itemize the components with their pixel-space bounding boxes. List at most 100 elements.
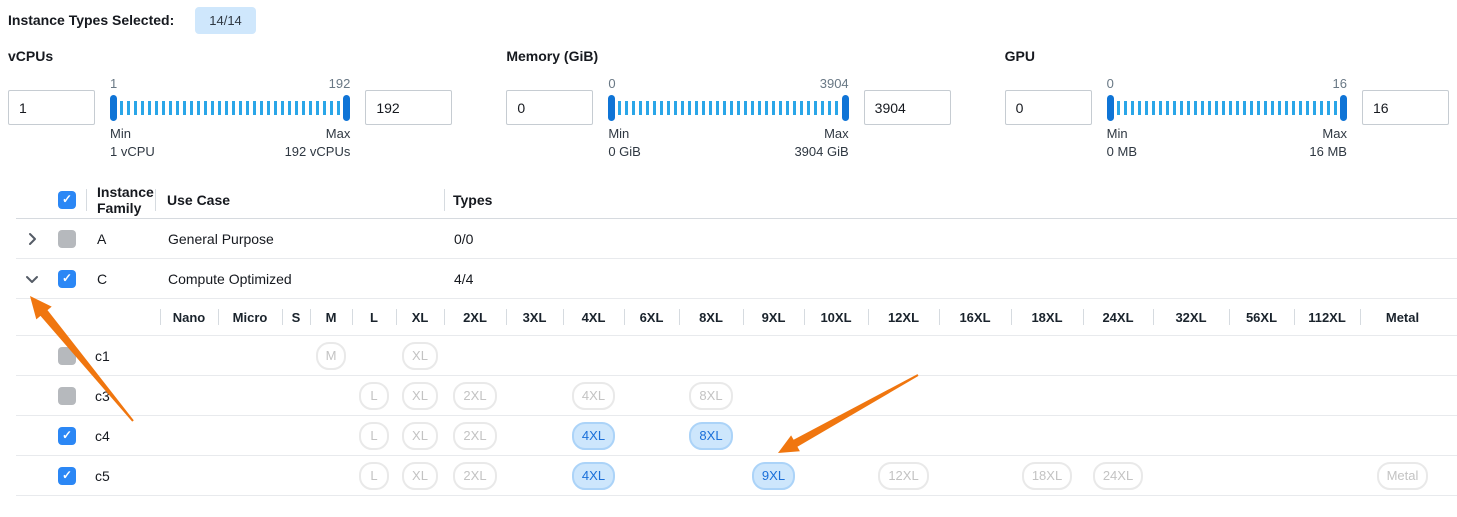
slider-ticks: [618, 101, 838, 115]
instance-family-table: Instance Family Use Case Types A General…: [16, 181, 1457, 496]
size-column-header-l: L: [352, 299, 396, 335]
instance-row-c1: c1MXL: [16, 336, 1457, 376]
instance-name: c4: [86, 428, 110, 444]
slider-min-caption: Min 0 GiB: [608, 125, 641, 161]
size-column-header-metal: Metal: [1360, 299, 1445, 335]
select-all-checkbox[interactable]: [58, 191, 76, 209]
column-header-instance-family: Instance Family: [87, 184, 155, 216]
family-types-count: 4/4: [445, 271, 1457, 287]
vcpus-min-input[interactable]: [8, 90, 95, 125]
size-column-header-16xl: 16XL: [939, 299, 1011, 335]
size-pill-c5-4xl[interactable]: 4XL: [572, 462, 615, 490]
filters-row: vCPUs 1 192 Min: [8, 48, 1449, 161]
family-types-count: 0/0: [445, 231, 1457, 247]
family-row-c: C Compute Optimized 4/4: [16, 259, 1457, 299]
size-pill-c4-l: L: [359, 422, 389, 450]
slider-range-max-label: 192: [329, 76, 351, 92]
memory-max-input[interactable]: [864, 90, 951, 125]
slider-ticks: [120, 101, 340, 115]
family-row-a: A General Purpose 0/0: [16, 219, 1457, 259]
selected-count-badge: 14/14: [195, 7, 256, 34]
instance-name: c5: [86, 468, 110, 484]
gpu-max-input[interactable]: [1362, 90, 1449, 125]
gpu-range-slider: 0 16 Min 0 MB Max: [1107, 76, 1347, 161]
size-pill-c5-2xl: 2XL: [453, 462, 496, 490]
vcpus-range-slider: 1 192 Min 1 vCPU Max: [110, 76, 350, 161]
chevron-down-icon: [24, 271, 40, 287]
instance-checkbox-c4[interactable]: [58, 427, 76, 445]
size-column-header-2xl: 2XL: [444, 299, 506, 335]
size-column-header-3xl: 3XL: [506, 299, 563, 335]
size-pill-c4-2xl: 2XL: [453, 422, 496, 450]
size-column-header-xl: XL: [396, 299, 444, 335]
slider-range-min-label: 0: [1107, 76, 1114, 92]
family-checkbox-c[interactable]: [58, 270, 76, 288]
slider-range-max-label: 3904: [820, 76, 849, 92]
slider-track: [608, 95, 848, 121]
size-pill-c5-24xl: 24XL: [1093, 462, 1143, 490]
slider-max-handle[interactable]: [1340, 95, 1347, 121]
expander-button-a[interactable]: [16, 231, 48, 247]
family-checkbox-a: [58, 230, 76, 248]
slider-min-handle[interactable]: [1107, 95, 1114, 121]
slider-max-handle[interactable]: [343, 95, 350, 121]
gpu-min-input[interactable]: [1005, 90, 1092, 125]
family-name: C: [86, 271, 156, 287]
slider-min-handle[interactable]: [110, 95, 117, 121]
instance-name: c3: [86, 388, 110, 404]
slider-max-caption: Max 3904 GiB: [794, 125, 848, 161]
size-pill-c3-xl: XL: [402, 382, 438, 410]
size-pill-c4-4xl[interactable]: 4XL: [572, 422, 615, 450]
column-header-use-case: Use Case: [156, 192, 444, 208]
memory-min-input[interactable]: [506, 90, 593, 125]
size-pill-c1-xl: XL: [402, 342, 438, 370]
size-pill-c5-9xl[interactable]: 9XL: [752, 462, 795, 490]
filter-vcpus: vCPUs 1 192 Min: [8, 48, 452, 161]
size-column-header-nano: Nano: [160, 299, 218, 335]
family-name: A: [86, 231, 156, 247]
memory-range-slider: 0 3904 Min 0 GiB Max: [608, 76, 848, 161]
slider-range-min-label: 0: [608, 76, 615, 92]
size-columns-header-row: NanoMicroSMLXL2XL3XL4XL6XL8XL9XL10XL12XL…: [16, 299, 1457, 336]
size-column-header-4xl: 4XL: [563, 299, 624, 335]
chevron-right-icon: [24, 231, 40, 247]
size-column-header-m: M: [310, 299, 352, 335]
family-use-case: Compute Optimized: [156, 271, 445, 287]
size-column-header-56xl: 56XL: [1229, 299, 1294, 335]
family-use-case: General Purpose: [156, 231, 445, 247]
size-header-lead-spacer: [16, 299, 160, 335]
instance-type-selector-panel: Instance Types Selected: 14/14 vCPUs 1 1…: [0, 6, 1457, 517]
size-pill-c4-xl: XL: [402, 422, 438, 450]
slider-max-caption: Max 16 MB: [1309, 125, 1347, 161]
slider-min-caption: Min 0 MB: [1107, 125, 1137, 161]
size-column-header-24xl: 24XL: [1083, 299, 1153, 335]
column-header-types: Types: [445, 192, 1457, 208]
size-pill-c5-18xl: 18XL: [1022, 462, 1072, 490]
filter-title: GPU: [1005, 48, 1449, 64]
expander-button-c[interactable]: [16, 271, 48, 287]
instance-checkbox-c1: [58, 347, 76, 365]
filter-gpu: GPU 0 16 Min 0 M: [1005, 48, 1449, 161]
instance-name: c1: [86, 348, 110, 364]
size-pill-c3-l: L: [359, 382, 389, 410]
size-pill-c5-xl: XL: [402, 462, 438, 490]
instance-rows-container: c1MXLc3LXL2XL4XL8XLc4LXL2XL4XL8XLc5LXL2X…: [16, 336, 1457, 496]
instance-row-c5: c5LXL2XL4XL9XL12XL18XL24XLMetal: [16, 456, 1457, 496]
instance-checkbox-c5[interactable]: [58, 467, 76, 485]
instance-checkbox-c3: [58, 387, 76, 405]
slider-range-max-label: 16: [1333, 76, 1347, 92]
size-pill-c4-8xl[interactable]: 8XL: [689, 422, 732, 450]
size-pill-c3-8xl: 8XL: [689, 382, 732, 410]
slider-range-min-label: 1: [110, 76, 117, 92]
size-column-header-32xl: 32XL: [1153, 299, 1229, 335]
slider-max-handle[interactable]: [842, 95, 849, 121]
filter-title: vCPUs: [8, 48, 452, 64]
slider-track: [110, 95, 350, 121]
size-column-header-10xl: 10XL: [804, 299, 868, 335]
size-pill-c5-metal: Metal: [1377, 462, 1429, 490]
slider-min-handle[interactable]: [608, 95, 615, 121]
size-column-header-s: S: [282, 299, 310, 335]
vcpus-max-input[interactable]: [365, 90, 452, 125]
filter-memory: Memory (GiB) 0 3904 Min: [506, 48, 950, 161]
table-header-row: Instance Family Use Case Types: [16, 181, 1457, 219]
